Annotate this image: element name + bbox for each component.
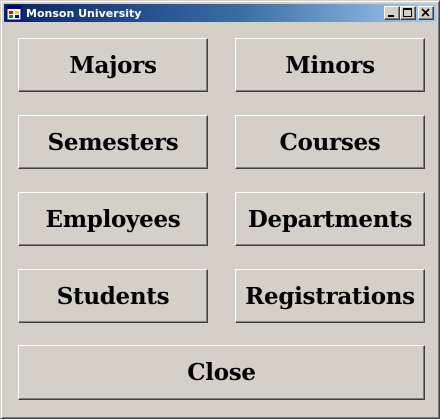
semesters-button[interactable]: Semesters	[18, 115, 208, 169]
close-icon	[421, 8, 430, 17]
minors-button[interactable]: Minors	[235, 38, 425, 92]
title-bar-controls	[384, 6, 434, 20]
courses-button[interactable]: Courses	[235, 115, 425, 169]
majors-button[interactable]: Majors	[18, 38, 208, 92]
employees-button[interactable]: Employees	[18, 192, 208, 246]
minimize-icon	[388, 15, 394, 17]
registrations-button[interactable]: Registrations	[235, 269, 425, 323]
minimize-button[interactable]	[384, 6, 400, 20]
close-button[interactable]: Close	[18, 345, 425, 400]
maximize-icon	[403, 8, 412, 17]
departments-button[interactable]: Departments	[235, 192, 425, 246]
window-title: Monson University	[26, 6, 142, 20]
maximize-button[interactable]	[400, 6, 416, 20]
app-icon[interactable]	[6, 5, 22, 21]
students-button[interactable]: Students	[18, 269, 208, 323]
title-close-button[interactable]	[418, 6, 434, 20]
main-window: Monson University Majors Minors Semester…	[0, 0, 440, 419]
title-bar[interactable]: Monson University	[4, 4, 436, 22]
